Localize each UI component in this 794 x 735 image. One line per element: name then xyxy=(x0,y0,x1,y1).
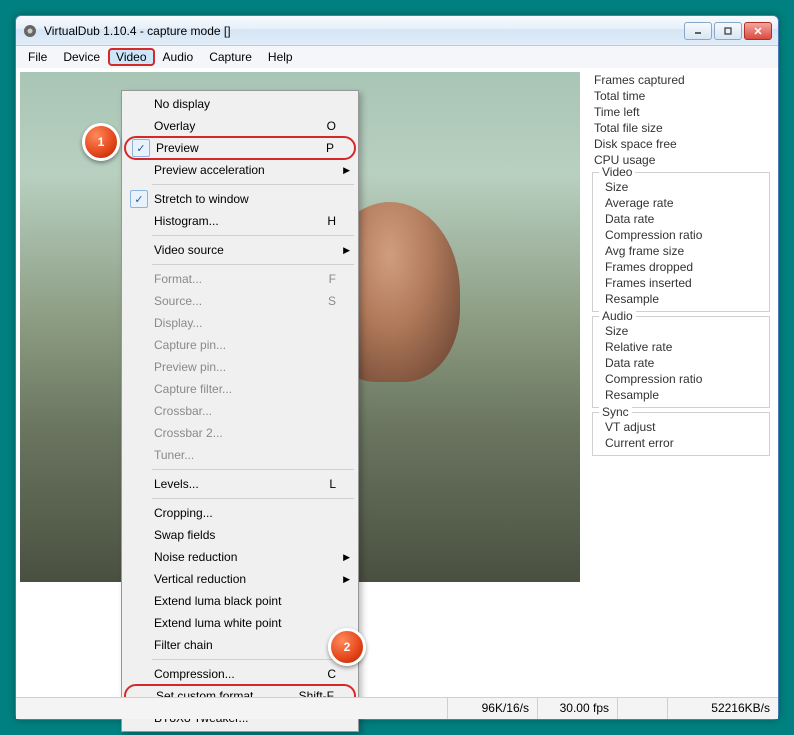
menu-capture-pin[interactable]: Capture pin... xyxy=(124,334,356,356)
menu-tuner[interactable]: Tuner... xyxy=(124,444,356,466)
app-window: VirtualDub 1.10.4 - capture mode [] File… xyxy=(15,15,779,720)
stats-group-audio: Audio Size Relative rate Data rate Compr… xyxy=(592,316,770,408)
menu-swap-fields[interactable]: Swap fields xyxy=(124,524,356,546)
stats-group-sync: Sync VT adjust Current error xyxy=(592,412,770,456)
video-menu-dropdown: No display OverlayO ✓PreviewP Preview ac… xyxy=(121,90,359,732)
menu-noise-reduction[interactable]: Noise reduction▶ xyxy=(124,546,356,568)
check-icon: ✓ xyxy=(130,190,148,208)
stat-video-size: Size xyxy=(603,179,765,195)
stat-video-resample: Resample xyxy=(603,291,765,307)
stats-audio-legend: Audio xyxy=(599,309,636,323)
stats-video-legend: Video xyxy=(599,165,635,179)
status-bandwidth: 52216KB/s xyxy=(668,698,778,719)
menu-overlay[interactable]: OverlayO xyxy=(124,115,356,137)
submenu-arrow-icon: ▶ xyxy=(343,574,350,585)
window-controls xyxy=(684,22,772,40)
status-fps: 30.00 fps xyxy=(538,698,618,719)
menu-preview[interactable]: ✓PreviewP xyxy=(124,136,356,160)
statusbar: 96K/16/s 30.00 fps 52216KB/s xyxy=(16,697,778,719)
menu-extend-black[interactable]: Extend luma black point xyxy=(124,590,356,612)
menu-video-source[interactable]: Video source▶ xyxy=(124,239,356,261)
menu-preview-acceleration[interactable]: Preview acceleration▶ xyxy=(124,159,356,181)
menu-display[interactable]: Display... xyxy=(124,312,356,334)
menu-file[interactable]: File xyxy=(20,48,55,66)
menu-compression[interactable]: Compression...C xyxy=(124,663,356,685)
menu-stretch[interactable]: ✓Stretch to window xyxy=(124,188,356,210)
stat-vt-adjust: VT adjust xyxy=(603,419,765,435)
menu-histogram[interactable]: Histogram...H xyxy=(124,210,356,232)
stat-audio-compression: Compression ratio xyxy=(603,371,765,387)
menu-separator xyxy=(152,184,354,185)
menubar: File Device Video Audio Capture Help xyxy=(16,46,778,68)
menu-format[interactable]: Format...F xyxy=(124,268,356,290)
stat-frames-dropped: Frames dropped xyxy=(603,259,765,275)
menu-separator xyxy=(152,469,354,470)
status-cell-empty xyxy=(16,698,448,719)
annotation-badge-2: 2 xyxy=(328,628,366,666)
menu-help[interactable]: Help xyxy=(260,48,301,66)
menu-preview-pin[interactable]: Preview pin... xyxy=(124,356,356,378)
stats-panel: Frames captured Total time Time left Tot… xyxy=(592,72,770,460)
menu-video[interactable]: Video xyxy=(108,48,154,66)
stat-time-left: Time left xyxy=(592,104,770,120)
stat-audio-resample: Resample xyxy=(603,387,765,403)
submenu-arrow-icon: ▶ xyxy=(343,165,350,176)
stat-average-rate: Average rate xyxy=(603,195,765,211)
stat-audio-size: Size xyxy=(603,323,765,339)
client-area: Frames captured Total time Time left Tot… xyxy=(16,68,778,719)
menu-no-display[interactable]: No display xyxy=(124,93,356,115)
menu-extend-white[interactable]: Extend luma white point xyxy=(124,612,356,634)
submenu-arrow-icon: ▶ xyxy=(343,245,350,256)
stat-frames-captured: Frames captured xyxy=(592,72,770,88)
submenu-arrow-icon: ▶ xyxy=(343,552,350,563)
close-button[interactable] xyxy=(744,22,772,40)
menu-device[interactable]: Device xyxy=(55,48,108,66)
stat-total-time: Total time xyxy=(592,88,770,104)
annotation-badge-1: 1 xyxy=(82,123,120,161)
stat-avg-frame-size: Avg frame size xyxy=(603,243,765,259)
stat-video-data-rate: Data rate xyxy=(603,211,765,227)
stats-sync-legend: Sync xyxy=(599,405,632,419)
menu-capture[interactable]: Capture xyxy=(201,48,260,66)
stat-frames-inserted: Frames inserted xyxy=(603,275,765,291)
stat-disk-space: Disk space free xyxy=(592,136,770,152)
stat-audio-data-rate: Data rate xyxy=(603,355,765,371)
stat-total-file-size: Total file size xyxy=(592,120,770,136)
menu-audio[interactable]: Audio xyxy=(155,48,202,66)
menu-separator xyxy=(152,659,354,660)
menu-levels[interactable]: Levels...L xyxy=(124,473,356,495)
menu-separator xyxy=(152,235,354,236)
app-icon xyxy=(22,23,38,39)
check-icon: ✓ xyxy=(132,139,150,157)
menu-crossbar2[interactable]: Crossbar 2... xyxy=(124,422,356,444)
titlebar[interactable]: VirtualDub 1.10.4 - capture mode [] xyxy=(16,16,778,46)
window-title: VirtualDub 1.10.4 - capture mode [] xyxy=(44,24,684,38)
status-rate: 96K/16/s xyxy=(448,698,538,719)
stats-group-video: Video Size Average rate Data rate Compre… xyxy=(592,172,770,312)
menu-filter-chain[interactable]: Filter chain▶ xyxy=(124,634,356,656)
stat-relative-rate: Relative rate xyxy=(603,339,765,355)
menu-vertical-reduction[interactable]: Vertical reduction▶ xyxy=(124,568,356,590)
menu-capture-filter[interactable]: Capture filter... xyxy=(124,378,356,400)
menu-cropping[interactable]: Cropping... xyxy=(124,502,356,524)
menu-separator xyxy=(152,498,354,499)
menu-source[interactable]: Source...S xyxy=(124,290,356,312)
menu-separator xyxy=(152,264,354,265)
status-cell-empty2 xyxy=(618,698,668,719)
stat-video-compression: Compression ratio xyxy=(603,227,765,243)
stat-current-error: Current error xyxy=(603,435,765,451)
minimize-button[interactable] xyxy=(684,22,712,40)
menu-crossbar[interactable]: Crossbar... xyxy=(124,400,356,422)
maximize-button[interactable] xyxy=(714,22,742,40)
